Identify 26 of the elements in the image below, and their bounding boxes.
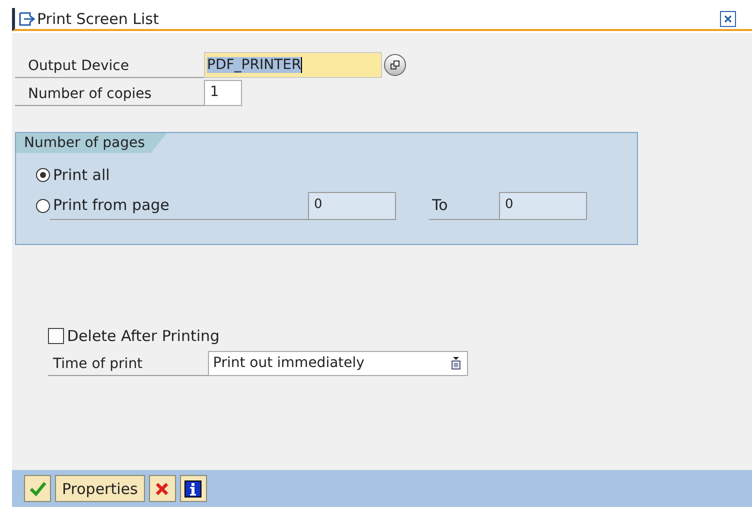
option-label: Print from page (50, 192, 308, 220)
confirm-button[interactable] (24, 475, 51, 502)
time-of-print-dropdown[interactable]: Print out immediately (208, 350, 468, 376)
search-help-button[interactable] (384, 54, 406, 76)
from-page-field[interactable]: 0 (308, 192, 396, 220)
checkmark-icon (28, 480, 46, 496)
output-device-field[interactable]: PDF_PRINTER (204, 52, 382, 78)
properties-button[interactable]: Properties (55, 475, 145, 502)
window-title: Print Screen List (37, 10, 159, 28)
option-label: Print all (52, 166, 110, 184)
windows-icon (390, 60, 400, 70)
cancel-button[interactable] (148, 475, 176, 502)
checkbox-label: Delete After Printing (66, 327, 220, 345)
checkbox[interactable] (48, 328, 64, 344)
info-icon (184, 480, 202, 498)
dropdown-icon (451, 356, 461, 370)
window-icon (19, 12, 35, 26)
cross-icon (154, 480, 170, 496)
radio-button[interactable] (36, 198, 50, 212)
to-page-field[interactable]: 0 (499, 192, 587, 220)
radio-button[interactable] (36, 168, 50, 182)
info-button[interactable] (180, 475, 207, 502)
copies-field[interactable]: 1 (204, 80, 242, 106)
close-icon (722, 12, 734, 24)
panel-title: Number of pages (16, 133, 167, 153)
close-button[interactable] (720, 10, 736, 26)
